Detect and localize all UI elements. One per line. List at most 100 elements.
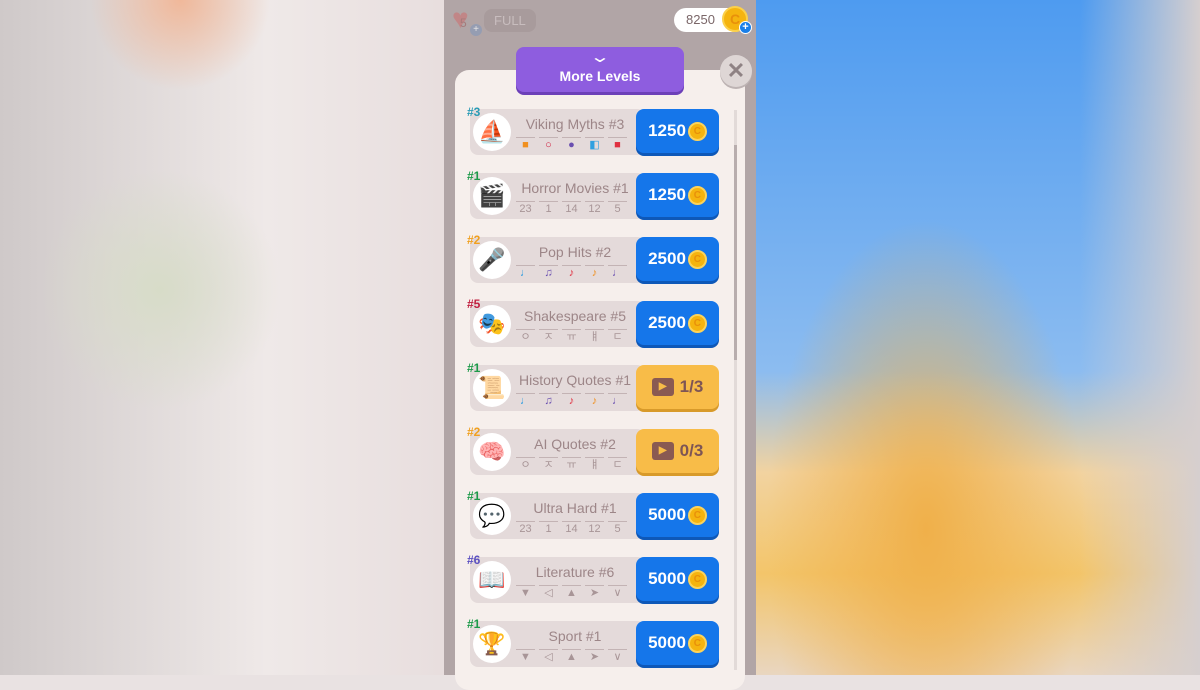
symbol-slot: 14 bbox=[562, 521, 581, 536]
level-number-tag: #3 bbox=[467, 105, 481, 119]
level-symbols: ■ ○ ● ◧ ■ bbox=[516, 137, 627, 152]
symbol-slot: 14 bbox=[562, 201, 581, 216]
level-row[interactable]: #3 ⛵ Viking Myths #3 ■ ○ ● ◧ ■ 1250 C bbox=[467, 105, 720, 155]
coin-icon: C bbox=[687, 569, 707, 589]
symbol-slot: ➤ bbox=[585, 649, 604, 664]
add-lives-icon[interactable]: + bbox=[470, 24, 482, 36]
level-row[interactable]: #5 🎭 Shakespeare #5 ㅇㅈㅠㅒㄷ 2500 C bbox=[467, 297, 720, 347]
coin-icon: C bbox=[687, 249, 707, 269]
symbol-slot: ㅒ bbox=[585, 457, 604, 472]
level-row[interactable]: #1 🎬 Horror Movies #1 23 1 14 12 5 1250 C bbox=[467, 169, 720, 219]
level-symbols: ㅇㅈㅠㅒㄷ bbox=[516, 329, 627, 344]
level-title: Ultra Hard #1 bbox=[533, 500, 617, 516]
symbol-slot: ㅈ bbox=[539, 457, 558, 472]
symbol-slot: ● bbox=[562, 137, 581, 152]
close-button[interactable]: ✕ bbox=[720, 55, 752, 87]
symbol-slot: ▲ bbox=[562, 649, 581, 664]
symbol-slot: ◁ bbox=[539, 649, 558, 664]
buy-level-button[interactable]: 5000 C bbox=[636, 493, 719, 537]
scrollbar-thumb[interactable] bbox=[734, 145, 737, 360]
level-row[interactable]: #1 💬 Ultra Hard #1 23 1 14 12 5 5000 C bbox=[467, 489, 720, 539]
coin-icon: C bbox=[687, 633, 707, 653]
symbol-slot: ■ bbox=[516, 137, 535, 152]
level-row[interactable]: #6 📖 Literature #6 ▼ ◁ ▲ ➤ ∨ 5000 C bbox=[467, 553, 720, 603]
symbol-slot: 23 bbox=[516, 201, 535, 216]
symbol-slot: ♩ bbox=[516, 265, 535, 280]
symbol-slot: ○ bbox=[539, 137, 558, 152]
buy-level-button[interactable]: 1250 C bbox=[636, 109, 719, 153]
watch-ad-button[interactable]: ▶ 0/3 bbox=[636, 429, 719, 473]
symbol-slot: ㅠ bbox=[562, 329, 581, 344]
symbol-slot: ㅒ bbox=[585, 329, 604, 344]
buy-level-button[interactable]: 2500 C bbox=[636, 301, 719, 345]
symbol-slot: 23 bbox=[516, 521, 535, 536]
buy-level-button[interactable]: 5000 C bbox=[636, 621, 719, 665]
play-video-icon: ▶ bbox=[651, 378, 674, 396]
more-levels-button[interactable]: ⌄ More Levels bbox=[516, 47, 684, 92]
symbol-slot: 5 bbox=[608, 521, 627, 536]
coin-icon: C bbox=[687, 121, 707, 141]
buy-level-button[interactable]: 2500 C bbox=[636, 237, 719, 281]
add-coins-button[interactable]: + bbox=[739, 21, 752, 34]
level-title: Viking Myths #3 bbox=[525, 116, 625, 132]
level-title: Sport #1 bbox=[548, 628, 602, 644]
level-symbols: ▼ ◁ ▲ ➤ ∨ bbox=[516, 649, 627, 664]
symbol-slot: 1 bbox=[539, 201, 558, 216]
symbol-slot: 12 bbox=[585, 201, 604, 216]
symbol-slot: ▼ bbox=[516, 585, 535, 600]
symbol-slot: ➤ bbox=[585, 585, 604, 600]
symbol-slot: ♩ bbox=[608, 265, 627, 280]
level-number-tag: #1 bbox=[467, 169, 481, 183]
watch-ad-button[interactable]: ▶ 1/3 bbox=[636, 365, 719, 409]
coin-icon: C bbox=[687, 505, 707, 525]
level-symbols: ㅇㅈㅠㅒㄷ bbox=[516, 457, 627, 472]
buy-level-button[interactable]: 1250 C bbox=[636, 173, 719, 217]
symbol-slot: ♪ bbox=[585, 393, 604, 408]
symbol-slot: ㅇ bbox=[516, 329, 535, 344]
level-row[interactable]: #2 🎤 Pop Hits #2 ♩ ♫ ♪ ♪ ♩ 2500 C bbox=[467, 233, 720, 283]
symbol-slot: ∨ bbox=[608, 585, 627, 600]
symbol-slot: ㄷ bbox=[608, 329, 627, 344]
coin-icon: C bbox=[687, 185, 707, 205]
level-number-tag: #2 bbox=[467, 233, 481, 247]
heart-icon: ♥ 5 + bbox=[452, 5, 482, 36]
close-icon: ✕ bbox=[726, 58, 746, 83]
symbol-slot: ■ bbox=[608, 137, 627, 152]
game-screen: ♥ 5 + FULL 8250 C + ⌄ More Levels ✕ #3 ⛵ V… bbox=[444, 0, 756, 690]
buy-level-button[interactable]: 5000 C bbox=[636, 557, 719, 601]
level-row[interactable]: #1 📜 History Quotes #1 ♩ ♫ ♪ ♪ ♩ ▶ 1/3 bbox=[467, 361, 720, 411]
symbol-slot: ◁ bbox=[539, 585, 558, 600]
level-title: History Quotes #1 bbox=[518, 372, 632, 388]
level-title: Pop Hits #2 bbox=[538, 244, 612, 260]
blurred-background-left bbox=[0, 0, 444, 675]
symbol-slot: ▼ bbox=[516, 649, 535, 664]
chevron-down-icon: ⌄ bbox=[589, 49, 611, 66]
level-number-tag: #5 bbox=[467, 297, 481, 311]
level-row[interactable]: #1 🏆 Sport #1 ▼ ◁ ▲ ➤ ∨ 5000 C bbox=[467, 617, 720, 667]
level-title: Literature #6 bbox=[535, 564, 615, 580]
lives-indicator[interactable]: ♥ 5 + FULL bbox=[452, 5, 536, 36]
level-number-tag: #6 bbox=[467, 553, 481, 567]
symbol-slot: ㅠ bbox=[562, 457, 581, 472]
level-number-tag: #2 bbox=[467, 425, 481, 439]
symbol-slot: ♪ bbox=[585, 265, 604, 280]
symbol-slot: ♪ bbox=[562, 265, 581, 280]
symbol-slot: ♩ bbox=[516, 393, 535, 408]
symbol-slot: ♫ bbox=[539, 265, 558, 280]
level-symbols: ♩ ♫ ♪ ♪ ♩ bbox=[516, 265, 627, 280]
lives-status: FULL bbox=[484, 8, 536, 32]
level-row[interactable]: #2 🧠 AI Quotes #2 ㅇㅈㅠㅒㄷ ▶ 0/3 bbox=[467, 425, 720, 475]
symbol-slot: ㅈ bbox=[539, 329, 558, 344]
symbol-slot: ♩ bbox=[608, 393, 627, 408]
symbol-slot: ♫ bbox=[539, 393, 558, 408]
level-symbols: ♩ ♫ ♪ ♪ ♩ bbox=[516, 393, 627, 408]
level-title: AI Quotes #2 bbox=[534, 436, 616, 452]
blurred-background-right bbox=[756, 0, 1200, 675]
level-symbols: 23 1 14 12 5 bbox=[516, 521, 627, 536]
symbol-slot: ㄷ bbox=[608, 457, 627, 472]
symbol-slot: ◧ bbox=[585, 137, 604, 152]
symbol-slot: 12 bbox=[585, 521, 604, 536]
symbol-slot: ㅇ bbox=[516, 457, 535, 472]
symbol-slot: 1 bbox=[539, 521, 558, 536]
level-symbols: 23 1 14 12 5 bbox=[516, 201, 627, 216]
